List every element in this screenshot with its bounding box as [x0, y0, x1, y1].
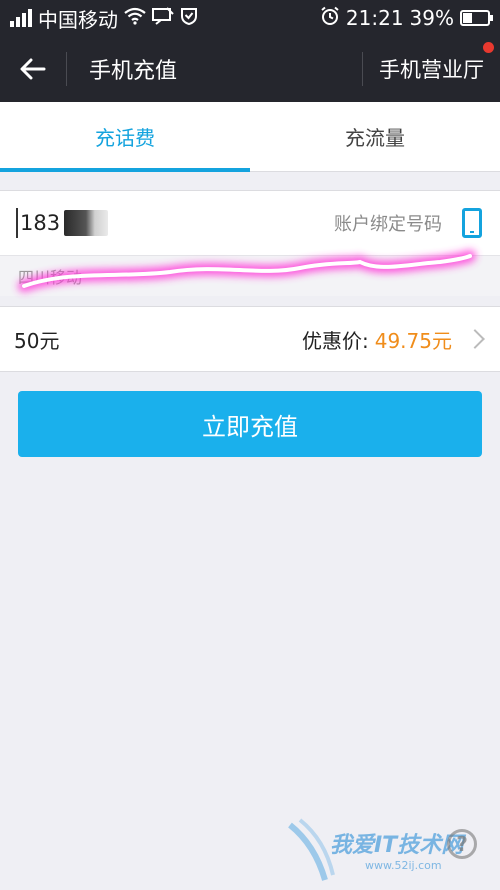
notification-badge	[483, 42, 494, 53]
tab-call-credit[interactable]: 充话费	[0, 102, 250, 172]
wifi-icon	[124, 6, 146, 30]
status-bar: 中国移动 21:21 39%	[0, 0, 500, 36]
page-title: 手机充值	[89, 59, 178, 84]
arrow-left-icon	[20, 58, 46, 80]
operator-row: 四川移动	[0, 255, 500, 296]
bound-number-hint: 账户绑定号码	[334, 214, 442, 235]
notification-icon	[152, 6, 174, 30]
recharge-amount: 50元	[14, 328, 60, 353]
chevron-right-icon	[465, 329, 485, 349]
phone-card: 183 账户绑定号码 四川移动	[0, 190, 500, 296]
recharge-tabs: 充话费 充流量	[0, 102, 500, 172]
phone-number-prefix: 183	[20, 211, 61, 235]
mobile-hall-label: 手机营业厅	[379, 58, 484, 82]
carrier-name: 中国移动	[38, 7, 118, 32]
phone-contact-icon[interactable]	[462, 208, 482, 238]
discount-label: 优惠价:	[301, 328, 369, 353]
recharge-now-button[interactable]: 立即充值	[18, 391, 482, 457]
signal-icon	[10, 9, 32, 27]
status-bar-left: 中国移动	[10, 4, 198, 33]
battery-icon	[460, 10, 493, 26]
text-cursor	[16, 208, 18, 238]
clock-time: 21:21	[345, 6, 404, 30]
amount-selector[interactable]: 50元 优惠价: 49.75元	[0, 306, 500, 372]
site-watermark: 我爱IT技术网 www.52ij.com ?	[285, 815, 495, 885]
status-bar-right: 21:21 39%	[320, 6, 493, 31]
nav-right: 手机营业厅	[362, 36, 500, 102]
redacted-number	[64, 210, 109, 236]
tab-data-traffic[interactable]: 充流量	[250, 102, 500, 171]
alarm-icon	[320, 6, 340, 31]
phone-input-row[interactable]: 183 账户绑定号码	[0, 191, 500, 255]
watermark-text: 我爱IT技术网	[330, 833, 464, 858]
help-icon: ?	[447, 829, 477, 859]
watermark-url: www.52ij.com	[365, 859, 442, 872]
shield-icon	[180, 6, 198, 30]
mobile-hall-link[interactable]: 手机营业厅	[363, 42, 500, 84]
operator-name: 四川移动	[18, 268, 83, 287]
battery-fill	[463, 13, 472, 23]
battery-percent: 39%	[409, 6, 454, 30]
nav-bar: 手机充值 手机营业厅	[0, 36, 500, 102]
nav-divider	[66, 52, 67, 86]
discount-price: 49.75元	[374, 328, 452, 353]
back-button[interactable]	[0, 36, 66, 102]
phone-number-input[interactable]: 183	[20, 210, 109, 236]
